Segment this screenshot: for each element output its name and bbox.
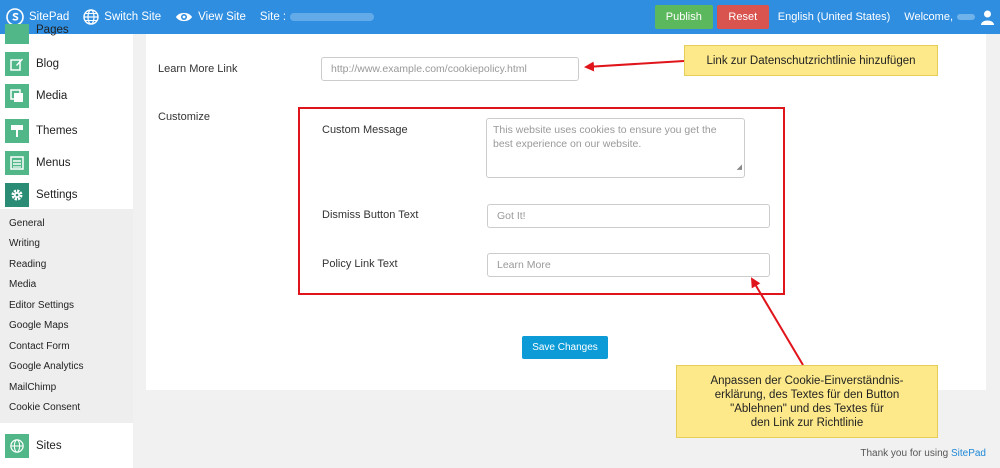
switch-site-label: Switch Site [104,11,162,23]
submenu-item-reading[interactable]: Reading [9,259,46,270]
sidebar-item-pages[interactable]: Pages [0,24,133,44]
site-indicator: Site : [259,11,375,23]
annotation-note-customize: Anpassen der Cookie-Einverständnis- erkl… [676,365,938,438]
view-site-label: View Site [198,11,246,23]
brand-name: SitePad [29,11,70,23]
customize-highlight-box [298,107,785,295]
media-icon [5,84,29,108]
sidebar-item-blog[interactable]: Blog [0,49,133,79]
sidebar-item-themes[interactable]: Themes [0,116,133,146]
sidebar-item-label: Menus [36,157,71,169]
blog-icon [5,52,29,76]
footer: Thank you for using SitePad [860,448,986,459]
welcome-text: Welcome, [904,11,953,23]
annotation-note-line: erklärung, des Textes für den Button [714,389,900,401]
submenu-item-cookie-consent[interactable]: Cookie Consent [9,402,80,413]
site-name-redacted [290,13,375,21]
sidebar: Pages Blog Media Themes Menus Settings G… [0,24,133,468]
globe-icon [83,9,99,25]
submenu-item-editor-settings[interactable]: Editor Settings [9,300,74,311]
sidebar-item-label: Settings [36,189,78,201]
submenu-item-google-analytics[interactable]: Google Analytics [9,361,84,372]
gear-icon [5,183,29,207]
save-changes-button[interactable]: Save Changes [522,336,608,359]
themes-icon [5,119,29,143]
learn-more-input[interactable]: http://www.example.com/cookiepolicy.html [321,57,579,81]
footer-text: Thank you for using [860,448,949,459]
sidebar-item-settings[interactable]: Settings [0,180,133,210]
learn-more-label: Learn More Link [158,63,238,75]
sidebar-item-label: Media [36,90,68,102]
annotation-note-text: Link zur Datenschutzrichtlinie hinzufüge… [706,54,916,67]
customize-label: Customize [158,111,210,123]
settings-submenu: General Writing Reading Media Editor Set… [0,209,133,423]
sidebar-item-label: Sites [36,440,62,452]
sidebar-item-label: Pages [36,24,69,36]
pages-icon [5,24,29,44]
publish-button[interactable]: Publish [654,5,713,29]
site-label: Site : [259,11,287,23]
globe-icon [5,434,29,458]
view-site-button[interactable]: View Site [175,11,246,23]
annotation-note-learn-more: Link zur Datenschutzrichtlinie hinzufüge… [684,45,938,76]
sidebar-item-menus[interactable]: Menus [0,148,133,178]
sidebar-item-label: Themes [36,125,78,137]
sidebar-item-media[interactable]: Media [0,81,133,111]
sidebar-item-sites[interactable]: Sites [0,431,133,461]
username-redacted [957,14,975,20]
submenu-item-mailchimp[interactable]: MailChimp [9,382,56,393]
sidebar-item-label: Blog [36,58,60,70]
top-bar: SitePad Switch Site View Site Site : Pub… [0,0,1000,34]
annotation-note-line: Anpassen der Cookie-Einverständnis- [710,375,904,387]
submenu-item-contact-form[interactable]: Contact Form [9,341,70,352]
eye-icon [176,12,193,22]
learn-more-placeholder: http://www.example.com/cookiepolicy.html [331,63,527,75]
annotation-note-line: den Link zur Richtlinie [750,417,864,429]
submenu-item-general[interactable]: General [9,218,45,229]
annotation-note-line: "Ablehnen" und des Textes für [730,403,884,415]
submenu-item-writing[interactable]: Writing [9,238,40,249]
user-icon[interactable] [981,10,994,25]
switch-site-button[interactable]: Switch Site [83,9,161,25]
language-selector[interactable]: English (United States) [778,11,891,23]
reset-button[interactable]: Reset [716,5,769,29]
submenu-item-google-maps[interactable]: Google Maps [9,320,68,331]
footer-sitepad-link[interactable]: SitePad [951,448,986,459]
menus-icon [5,151,29,175]
submenu-item-media[interactable]: Media [9,279,36,290]
